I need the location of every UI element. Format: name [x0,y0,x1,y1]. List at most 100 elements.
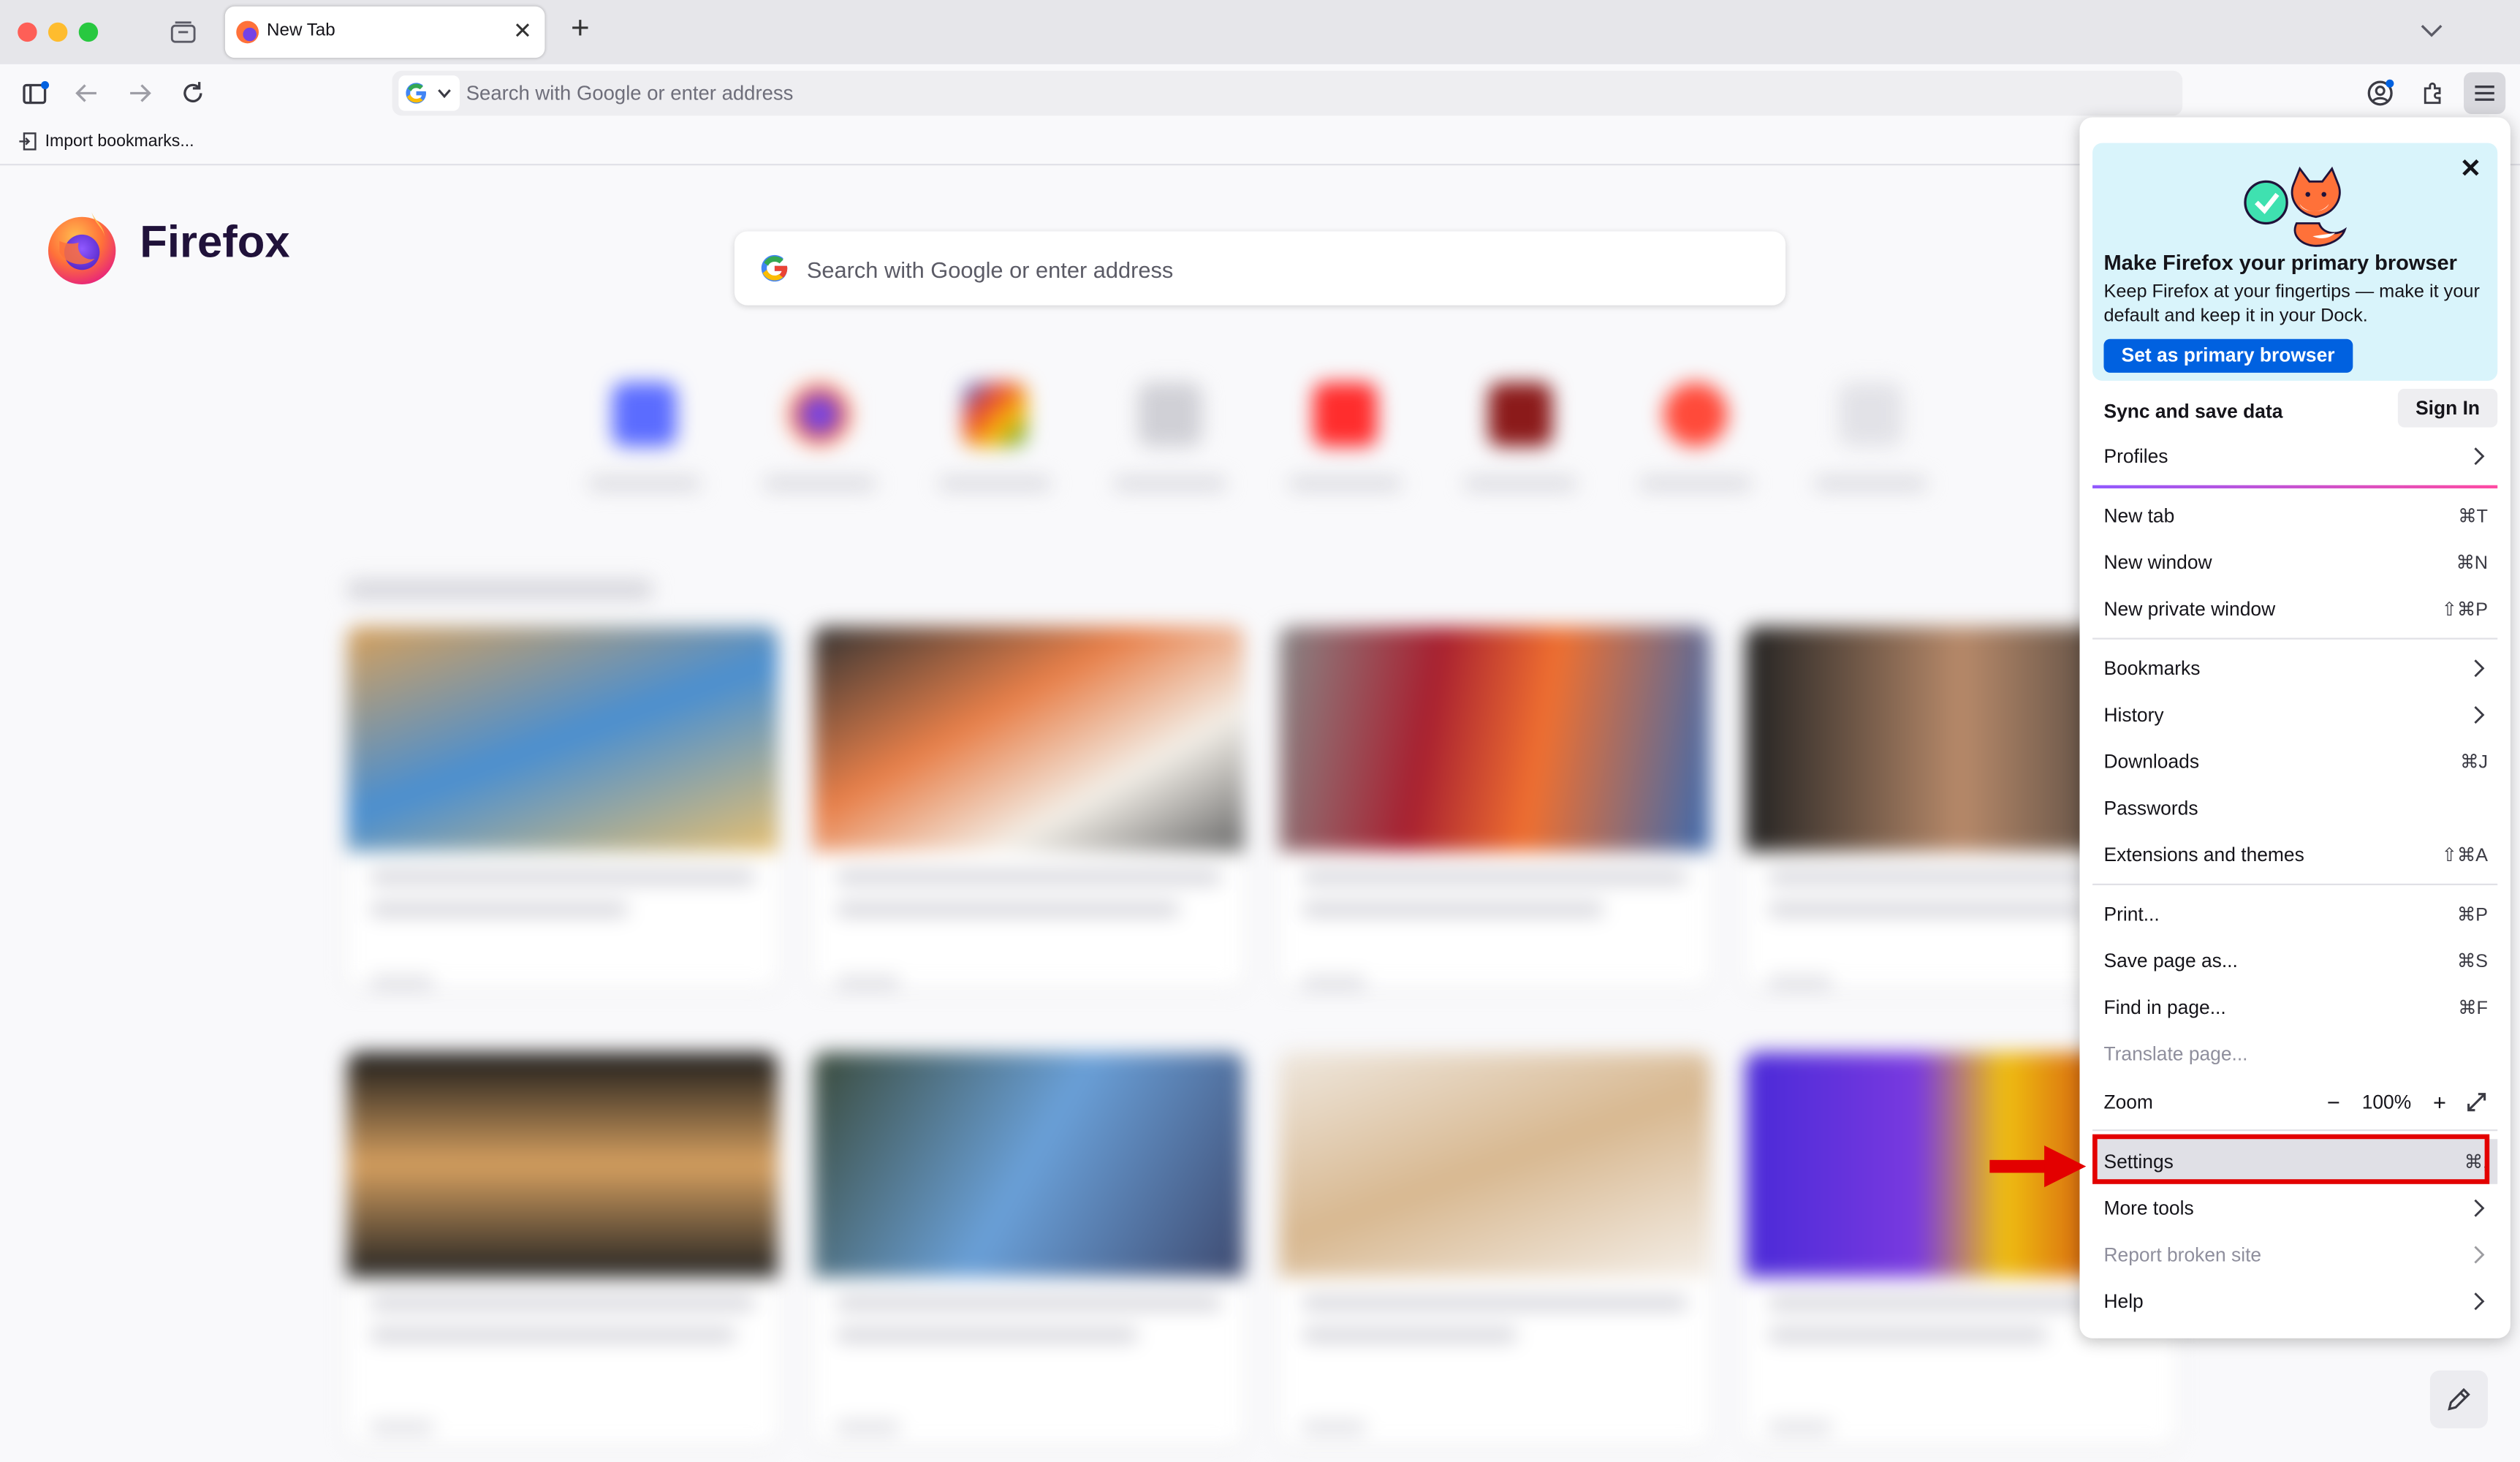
chevron-right-icon [2474,1246,2485,1264]
menu-item-label: History [2103,703,2164,727]
chevron-down-icon[interactable] [2417,16,2446,45]
menu-item-label: Find in page... [2103,996,2226,1019]
tab-list-icon[interactable] [167,18,200,47]
sign-in-button[interactable]: Sign In [2397,388,2498,428]
menu-item-shortcut: ⌘S [2456,952,2489,972]
back-arrow-icon[interactable] [71,77,103,109]
menu-item-new-private-window[interactable]: New private window ⇧⌘P [2092,586,2497,632]
close-icon[interactable]: ✕ [2460,153,2481,185]
menu-item-new-tab[interactable]: New tab ⌘T [2092,493,2497,539]
top-site-tile[interactable] [1838,382,1903,447]
forward-arrow-icon[interactable] [124,77,156,109]
story-card[interactable] [813,1052,1245,1447]
menu-item-more-tools[interactable]: More tools [2092,1186,2497,1231]
menu-item-history[interactable]: History [2092,692,2497,738]
menu-item-extensions-themes[interactable]: Extensions and themes ⇧⌘A [2092,832,2497,877]
menu-item-bookmarks[interactable]: Bookmarks [2092,646,2497,692]
menu-item-translate-page[interactable]: Translate page... [2092,1031,2497,1077]
fox-illustration-icon [2244,166,2347,247]
chevron-right-icon [2474,659,2485,678]
menu-item-label: Print... [2103,903,2160,925]
top-site-label [763,477,876,491]
top-site-tile[interactable] [612,382,677,447]
google-icon [761,254,788,282]
zoom-reset-button[interactable]: 100% [2359,1091,2414,1113]
menu-item-label: New window [2103,550,2212,574]
search-engine-selector[interactable] [398,75,460,111]
hamburger-menu-icon[interactable] [2464,72,2506,115]
top-site-label [938,477,1052,491]
story-card[interactable] [813,626,1245,988]
red-arrow-annotation-icon [1989,1145,2087,1188]
top-site-label [1113,477,1226,491]
menu-item-downloads[interactable]: Downloads ⌘J [2092,739,2497,784]
chevron-right-icon [2474,1292,2485,1311]
story-card[interactable] [346,1052,778,1447]
separator [2092,637,2498,640]
address-bar[interactable]: Search with Google or enter address [392,70,2183,116]
zoom-out-button[interactable]: − [2320,1089,2346,1115]
menu-item-zoom: Zoom − 100% + [2092,1080,2497,1125]
fullscreen-icon[interactable] [2465,1091,2488,1113]
top-site-tile[interactable] [787,382,852,447]
chevron-right-icon [2474,447,2485,466]
address-placeholder: Search with Google or enter address [466,82,794,105]
menu-item-label: Report broken site [2103,1243,2262,1266]
reload-icon[interactable] [177,77,209,109]
sidebar-icon[interactable] [19,77,51,109]
firefox-logo-icon [48,212,116,285]
menu-item-shortcut: ⌘F [2458,999,2489,1019]
menu-item-profiles[interactable]: Profiles [2092,433,2497,479]
pencil-icon[interactable] [2429,1370,2489,1428]
newtab-search-box[interactable]: Search with Google or enter address [734,231,1786,306]
extensions-icon[interactable] [2417,77,2449,109]
top-site-tile[interactable] [1137,382,1202,447]
menu-item-label: Downloads [2103,750,2200,773]
menu-item-shortcut: ⌘N [2456,554,2489,574]
menu-item-label: Extensions and themes [2103,843,2304,866]
story-card[interactable] [1279,626,1710,988]
menu-item-help[interactable]: Help [2092,1279,2497,1324]
chevron-right-icon [2474,1199,2485,1217]
window-maximize-button[interactable] [78,22,99,42]
tab-new-tab[interactable]: New Tab ✕ [224,6,545,58]
window-close-button[interactable] [18,22,37,42]
account-icon[interactable] [2364,77,2396,109]
top-site-label [1464,477,1577,491]
separator [2092,883,2498,885]
zoom-controls: − 100% + [2320,1089,2488,1115]
top-site-tile[interactable] [1663,382,1728,447]
story-card[interactable] [346,626,778,988]
menu-item-label: Translate page... [2103,1042,2248,1066]
settings-highlight-box [2092,1134,2490,1184]
menu-item-label: Bookmarks [2103,656,2201,680]
close-icon[interactable]: ✕ [513,18,532,45]
menu-item-label: Zoom [2103,1091,2153,1114]
top-site-tile[interactable] [963,382,1028,447]
menu-item-label: New private window [2103,597,2276,621]
tab-title: New Tab [267,20,335,40]
chevron-right-icon [2474,706,2485,724]
menu-item-save-page[interactable]: Save page as... ⌘S [2092,939,2497,984]
promo-heading: Make Firefox your primary browser [2103,250,2457,275]
story-card[interactable] [1279,1052,1710,1447]
plus-icon[interactable]: + [563,13,598,48]
top-site-tile[interactable] [1313,382,1378,447]
top-site-label [1289,477,1402,491]
set-primary-browser-button[interactable]: Set as primary browser [2103,338,2353,373]
import-bookmarks-button[interactable]: Import bookmarks... [18,132,194,151]
tab-strip: New Tab ✕ + [0,0,2520,64]
zoom-in-button[interactable]: + [2426,1089,2452,1115]
top-site-tile[interactable] [1488,382,1553,447]
menu-item-passwords[interactable]: Passwords [2092,786,2497,831]
menu-item-print[interactable]: Print... ⌘P [2092,892,2497,937]
separator [2092,485,2498,488]
newtab-search-placeholder: Search with Google or enter address [806,257,1174,283]
firefox-wordmark: Firefox [140,216,290,267]
menu-item-report-broken-site[interactable]: Report broken site [2092,1232,2497,1278]
menu-item-find-in-page[interactable]: Find in page... ⌘F [2092,985,2497,1030]
window-minimize-button[interactable] [48,22,68,42]
separator [2092,1129,2498,1132]
menu-item-new-window[interactable]: New window ⌘N [2092,539,2497,585]
import-icon [19,132,37,151]
